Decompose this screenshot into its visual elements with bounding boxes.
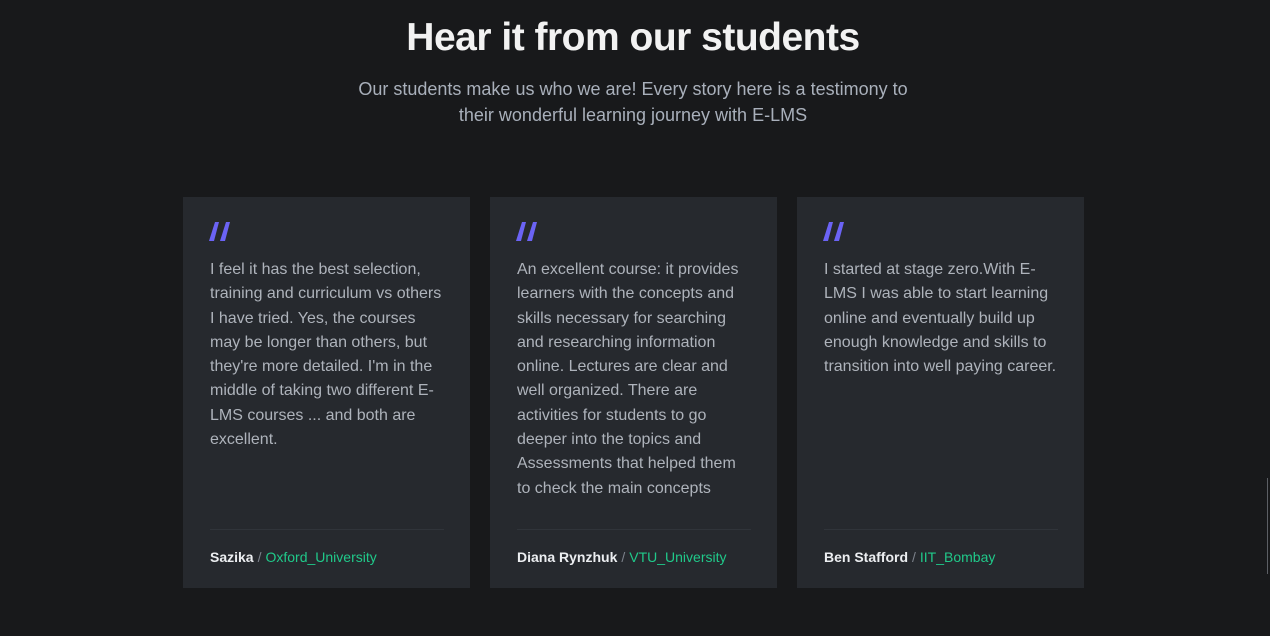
testimonial-card: An excellent course: it provides learner… [490, 197, 777, 588]
testimonial-text: An excellent course: it provides learner… [517, 261, 739, 497]
testimonials-section: Hear it from our students Our students m… [0, 0, 1270, 636]
testimonial-text: I feel it has the best selection, traini… [210, 261, 442, 449]
author-name: Ben Stafford [824, 549, 908, 565]
author-separator: / [912, 549, 916, 565]
testimonial-text: I started at stage zero.With E-LMS I was… [824, 261, 1057, 376]
author-university: VTU_University [629, 549, 727, 565]
author-university: Oxford_University [265, 549, 377, 565]
testimonial-author: Ben Stafford / IIT_Bombay [824, 548, 995, 566]
card-divider [517, 529, 751, 530]
author-name: Sazika [210, 549, 254, 565]
quote-icon [209, 222, 230, 241]
card-divider [210, 529, 444, 530]
card-divider [824, 529, 1058, 530]
testimonial-author: Sazika / Oxford_University [210, 548, 377, 566]
author-university: IIT_Bombay [919, 549, 996, 565]
testimonial-card: I feel it has the best selection, traini… [183, 197, 470, 588]
testimonial-cards: I feel it has the best selection, traini… [183, 197, 1084, 588]
section-subtitle: Our students make us who we are! Every s… [358, 79, 908, 125]
testimonial-card: I started at stage zero.With E-LMS I was… [797, 197, 1084, 588]
quote-icon [823, 222, 844, 241]
testimonial-author: Diana Rynzhuk / VTU_University [517, 548, 727, 566]
author-name: Diana Rynzhuk [517, 549, 618, 565]
author-separator: / [621, 549, 626, 565]
author-separator: / [257, 549, 262, 565]
quote-icon [516, 222, 537, 241]
section-title: Hear it from our students [406, 16, 860, 59]
scrollbar[interactable] [1267, 478, 1268, 574]
